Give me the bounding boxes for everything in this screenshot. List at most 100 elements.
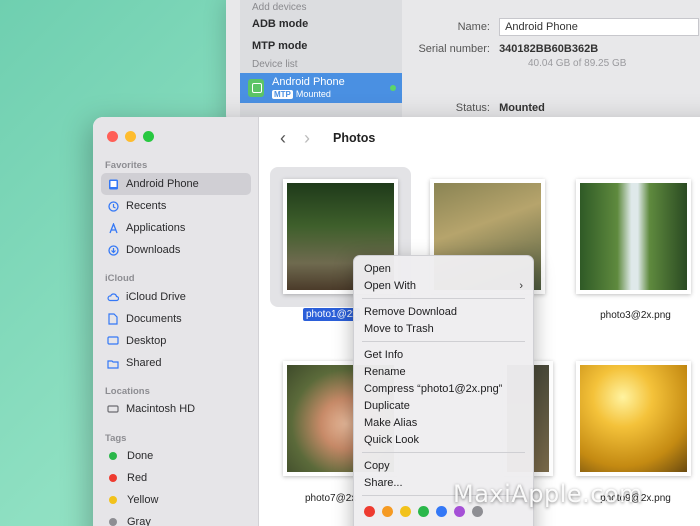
locations-title: Locations bbox=[105, 386, 150, 397]
sidebar-item-label: Downloads bbox=[126, 244, 181, 256]
device-android-phone[interactable]: Android Phone MTP Mounted bbox=[240, 73, 402, 103]
sidebar-item-label: Desktop bbox=[126, 335, 167, 347]
sidebar-item-recents[interactable]: Recents bbox=[101, 195, 251, 217]
download-icon bbox=[107, 244, 119, 256]
device-status: Mounted bbox=[295, 89, 331, 99]
sidebar-item-desktop[interactable]: Desktop bbox=[101, 330, 251, 352]
red-tag-icon bbox=[109, 474, 117, 482]
menu-separator bbox=[362, 452, 525, 453]
android-device-icon bbox=[248, 79, 264, 97]
serial-label: Serial number: bbox=[418, 43, 490, 55]
menu-rename[interactable]: Rename bbox=[354, 363, 533, 380]
cloud-icon bbox=[107, 291, 119, 303]
tag-label: Done bbox=[127, 450, 154, 462]
finder-sidebar: Favorites Android Phone Recents Applicat… bbox=[93, 117, 259, 526]
name-label: Name: bbox=[457, 20, 490, 33]
finder-toolbar: ‹ › Photos bbox=[259, 117, 700, 159]
watermark: MaxiApple.com bbox=[453, 480, 643, 508]
adb-mode-item[interactable]: ADB mode bbox=[240, 18, 320, 30]
sidebar-tag-red[interactable]: Red bbox=[101, 467, 251, 489]
phone-icon bbox=[107, 178, 119, 190]
orange-tag-swatch[interactable] bbox=[382, 506, 393, 517]
photo7-caption[interactable]: photo7@2x bbox=[305, 493, 356, 504]
clock-icon bbox=[107, 200, 119, 212]
document-icon bbox=[107, 313, 119, 325]
serial-value: 340182BB60B362B bbox=[499, 43, 599, 55]
menu-duplicate[interactable]: Duplicate bbox=[354, 397, 533, 414]
close-button[interactable] bbox=[107, 131, 118, 142]
sidebar-item-documents[interactable]: Documents bbox=[101, 308, 251, 330]
sidebar-item-label: Macintosh HD bbox=[126, 403, 196, 415]
serial-row: Serial number: 340182BB60B362B bbox=[390, 43, 598, 55]
menu-quick-look[interactable]: Quick Look bbox=[354, 431, 533, 448]
chevron-right-icon: › bbox=[519, 279, 523, 292]
yellow-tag-icon bbox=[109, 496, 117, 504]
menu-get-info[interactable]: Get Info bbox=[354, 346, 533, 363]
sidebar-item-android-phone[interactable]: Android Phone bbox=[101, 173, 251, 195]
blue-tag-swatch[interactable] bbox=[436, 506, 447, 517]
sidebar-item-downloads[interactable]: Downloads bbox=[101, 239, 251, 261]
status-value: Mounted bbox=[499, 102, 545, 114]
menu-remove-download[interactable]: Remove Download bbox=[354, 303, 533, 320]
photo9-thumbnail[interactable] bbox=[576, 361, 691, 476]
sidebar-item-shared[interactable]: Shared bbox=[101, 352, 251, 374]
sidebar-item-label: Applications bbox=[126, 222, 186, 234]
apps-icon bbox=[107, 222, 119, 234]
mtp-badge: MTP bbox=[272, 90, 293, 99]
photo3-caption[interactable]: photo3@2x.png bbox=[598, 310, 673, 321]
section-add-devices: Add devices bbox=[252, 2, 307, 13]
macdroid-sidebar: Add devices ADB mode MTP mode Device lis… bbox=[240, 0, 402, 125]
desktop-icon bbox=[107, 335, 119, 347]
green-tag-icon bbox=[109, 452, 117, 460]
back-button[interactable]: ‹ bbox=[271, 128, 295, 149]
sidebar-item-label: Recents bbox=[126, 200, 167, 212]
red-tag-swatch[interactable] bbox=[364, 506, 375, 517]
mtp-mode-item[interactable]: MTP mode bbox=[240, 40, 319, 52]
sidebar-item-applications[interactable]: Applications bbox=[101, 217, 251, 239]
sidebar-item-macintosh-hd[interactable]: Macintosh HD bbox=[101, 398, 251, 420]
name-field[interactable]: Android Phone bbox=[499, 18, 700, 36]
menu-open[interactable]: Open bbox=[354, 260, 533, 277]
menu-make-alias[interactable]: Make Alias bbox=[354, 414, 533, 431]
connected-indicator bbox=[390, 85, 396, 91]
sidebar-tag-done[interactable]: Done bbox=[101, 445, 251, 467]
forward-button[interactable]: › bbox=[295, 128, 319, 149]
status-row: Status: Mounted bbox=[390, 102, 545, 114]
name-row: Name: Android Phone bbox=[390, 18, 700, 36]
tag-label: Yellow bbox=[127, 494, 159, 506]
window-controls bbox=[107, 131, 154, 142]
yellow-tag-swatch[interactable] bbox=[400, 506, 411, 517]
favorites-title: Favorites bbox=[105, 160, 148, 171]
minimize-button[interactable] bbox=[125, 131, 136, 142]
zoom-button[interactable] bbox=[143, 131, 154, 142]
menu-compress[interactable]: Compress “photo1@2x.png” bbox=[354, 380, 533, 397]
sidebar-item-label: Documents bbox=[126, 313, 182, 325]
photo3-thumbnail[interactable] bbox=[576, 179, 691, 294]
sidebar-tag-yellow[interactable]: Yellow bbox=[101, 489, 251, 511]
tags-title: Tags bbox=[105, 433, 127, 444]
tag-label: Gray bbox=[127, 516, 151, 526]
macdroid-window: Add devices ADB mode MTP mode Device lis… bbox=[226, 0, 700, 125]
sidebar-item-label: Shared bbox=[126, 357, 162, 369]
photo1-caption[interactable]: photo1@2x bbox=[303, 308, 361, 321]
storage-info: 40.04 GB of 89.25 GB bbox=[528, 58, 627, 69]
folder-title: Photos bbox=[333, 131, 376, 145]
section-device-list: Device list bbox=[252, 59, 298, 70]
device-name: Android Phone bbox=[272, 76, 345, 88]
menu-open-with[interactable]: Open With › bbox=[354, 277, 533, 294]
gray-tag-icon bbox=[109, 518, 117, 526]
green-tag-swatch[interactable] bbox=[418, 506, 429, 517]
menu-copy[interactable]: Copy bbox=[354, 457, 533, 474]
sidebar-item-label: Android Phone bbox=[126, 178, 199, 190]
disk-icon bbox=[107, 403, 119, 415]
sidebar-item-icloud-drive[interactable]: iCloud Drive bbox=[101, 286, 251, 308]
sidebar-tag-gray[interactable]: Gray bbox=[101, 511, 251, 526]
menu-separator bbox=[362, 298, 525, 299]
menu-separator bbox=[362, 341, 525, 342]
status-label: Status: bbox=[455, 102, 490, 114]
menu-open-with-label: Open With bbox=[364, 279, 416, 292]
shared-icon bbox=[107, 357, 119, 369]
sidebar-item-label: iCloud Drive bbox=[126, 291, 186, 303]
tag-label: Red bbox=[127, 472, 148, 484]
menu-move-to-trash[interactable]: Move to Trash bbox=[354, 320, 533, 337]
